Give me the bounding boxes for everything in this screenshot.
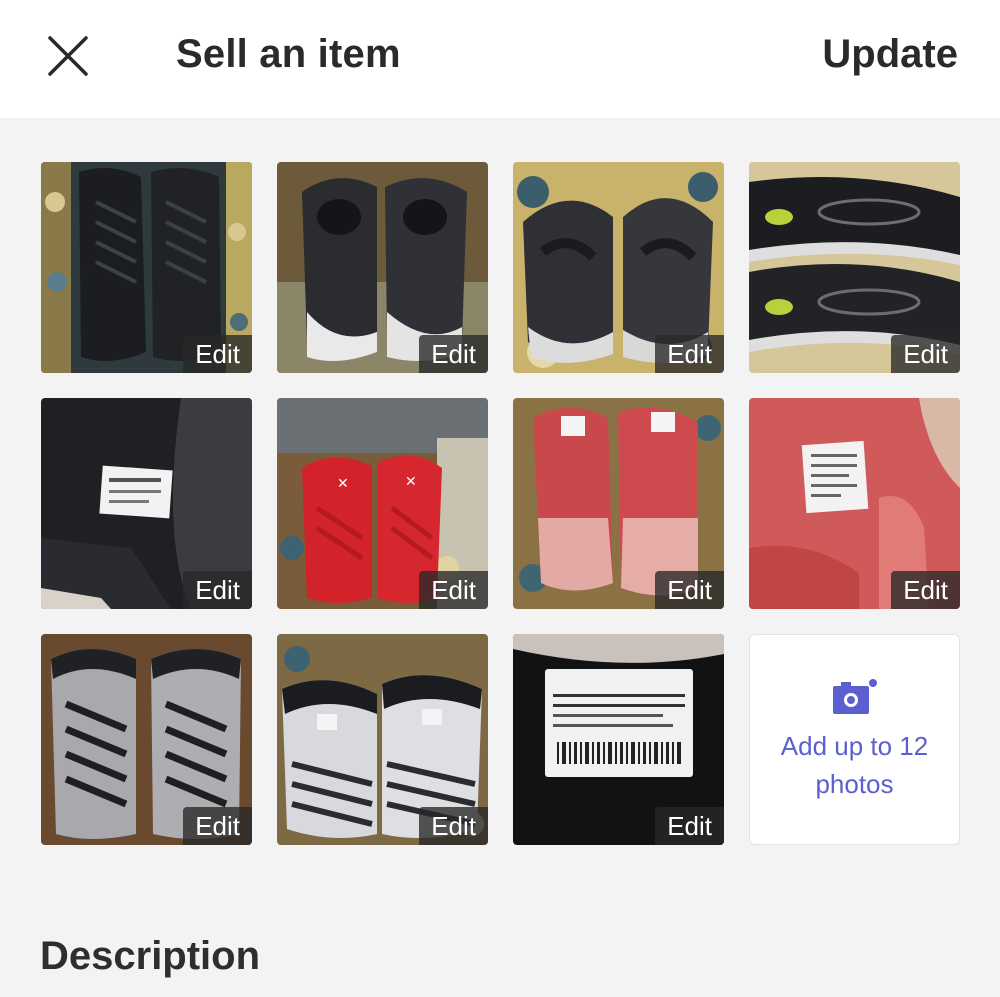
close-button[interactable] — [40, 28, 96, 84]
edit-button[interactable]: Edit — [419, 571, 488, 609]
photo-grid: Edit Edit Edit Edit Edit ✕ ✕ Edit Edit E… — [41, 162, 960, 845]
edit-button[interactable]: Edit — [419, 807, 488, 845]
photo-tile[interactable]: Edit — [41, 634, 252, 845]
photo-tile[interactable]: Edit — [749, 398, 960, 609]
photo-tile[interactable]: Edit — [277, 634, 488, 845]
page-title: Sell an item — [176, 32, 401, 76]
add-photos-button[interactable]: Add up to 12 photos — [749, 634, 960, 845]
svg-text:✕: ✕ — [337, 475, 349, 491]
description-heading: Description — [40, 934, 261, 978]
close-icon — [48, 36, 88, 76]
photo-tile[interactable]: Edit — [513, 634, 724, 845]
photo-tile[interactable]: Edit — [513, 162, 724, 373]
edit-button[interactable]: Edit — [655, 807, 724, 845]
edit-button[interactable]: Edit — [655, 571, 724, 609]
edit-button[interactable]: Edit — [655, 335, 724, 373]
svg-text:✕: ✕ — [405, 473, 417, 489]
photo-tile[interactable]: Edit — [277, 162, 488, 373]
photo-tile[interactable]: Edit — [41, 398, 252, 609]
edit-button[interactable]: Edit — [183, 807, 252, 845]
edit-button[interactable]: Edit — [419, 335, 488, 373]
photo-tile[interactable]: ✕ ✕ Edit — [277, 398, 488, 609]
edit-button[interactable]: Edit — [891, 571, 960, 609]
edit-button[interactable]: Edit — [891, 335, 960, 373]
photo-tile[interactable]: Edit — [41, 162, 252, 373]
add-photos-label: Add up to 12 photos — [780, 730, 929, 799]
photo-tile[interactable]: Edit — [749, 162, 960, 373]
update-button[interactable]: Update — [822, 32, 958, 77]
top-bar: Sell an item Update — [0, 0, 1000, 118]
edit-button[interactable]: Edit — [183, 571, 252, 609]
camera-plus-icon — [832, 678, 877, 714]
photo-tile[interactable]: Edit — [513, 398, 724, 609]
edit-button[interactable]: Edit — [183, 335, 252, 373]
